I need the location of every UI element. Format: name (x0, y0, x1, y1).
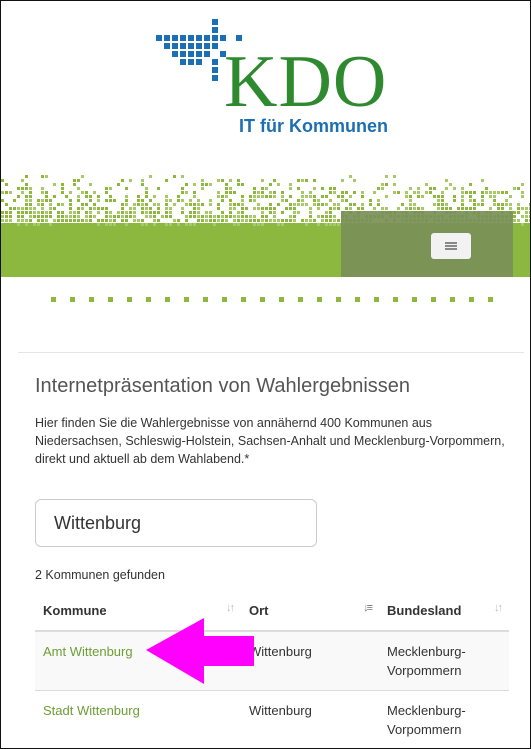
browser-frame: KDO IT für Kommunen Internetpräsentation… (0, 0, 531, 749)
kommune-link[interactable]: Amt Wittenburg (43, 644, 133, 659)
divider-dot (298, 297, 303, 302)
divider-dot (279, 297, 284, 302)
kommune-link[interactable]: Stadt Wittenburg (43, 703, 140, 718)
menu-toggle-button[interactable] (431, 233, 471, 259)
divider-dot (241, 297, 246, 302)
divider-dot (184, 297, 189, 302)
divider (18, 352, 524, 353)
divider-dot (336, 297, 341, 302)
column-label: Bundesland (387, 602, 462, 618)
divider-dot (260, 297, 265, 302)
sort-ascending-icon[interactable]: ↓≡ (363, 602, 373, 614)
page-title: Internetpräsentation von Wahlergebnissen (35, 375, 411, 397)
divider-dot (165, 297, 170, 302)
divider-dot (108, 297, 113, 302)
divider-dot (412, 297, 417, 302)
hamburger-icon (445, 242, 457, 250)
divider-dot (431, 297, 436, 302)
column-header-ort[interactable]: Ort ↓≡ (241, 590, 379, 632)
menu-panel (341, 211, 513, 277)
divider-dot (127, 297, 132, 302)
logo[interactable]: KDO (224, 45, 387, 119)
divider-dot (469, 297, 474, 302)
divider-dot (51, 297, 56, 302)
results-table: Kommune ↓↑ Ort ↓≡ Bundesland ↓↑ Amt Witt… (35, 590, 509, 748)
table-row: Stadt Wittenburg Wittenburg Mecklenburg-… (35, 690, 509, 748)
sort-icon[interactable]: ↓↑ (494, 602, 503, 614)
logo-subtitle: IT für Kommunen (239, 116, 388, 136)
dotted-divider (51, 297, 493, 302)
ort-cell: Wittenburg (241, 690, 379, 748)
site-header: KDO IT für Kommunen (1, 1, 530, 151)
divider-dot (317, 297, 322, 302)
intro-text: Hier finden Sie die Wahlergebnisse von a… (35, 416, 505, 466)
divider-dot (222, 297, 227, 302)
divider-dot (355, 297, 360, 302)
bundesland-cell: Mecklenburg-Vorpommern (379, 690, 509, 748)
column-label: Kommune (43, 602, 107, 618)
bundesland-cell: Mecklenburg-Vorpommern (379, 630, 509, 691)
search-input[interactable] (35, 499, 317, 547)
divider-dot (70, 297, 75, 302)
divider-dot (393, 297, 398, 302)
table-row: Amt Wittenburg Wittenburg Mecklenburg-Vo… (35, 630, 509, 691)
divider-dot (146, 297, 151, 302)
divider-dot (374, 297, 379, 302)
result-count: 2 Kommunen gefunden (35, 568, 165, 582)
annotation-arrow-icon (146, 618, 254, 684)
ort-cell: Wittenburg (241, 630, 379, 691)
divider-dot (203, 297, 208, 302)
column-header-bundesland[interactable]: Bundesland ↓↑ (379, 590, 509, 632)
divider-dot (89, 297, 94, 302)
divider-dot (450, 297, 455, 302)
sort-icon[interactable]: ↓↑ (226, 602, 235, 614)
divider-dot (488, 297, 493, 302)
